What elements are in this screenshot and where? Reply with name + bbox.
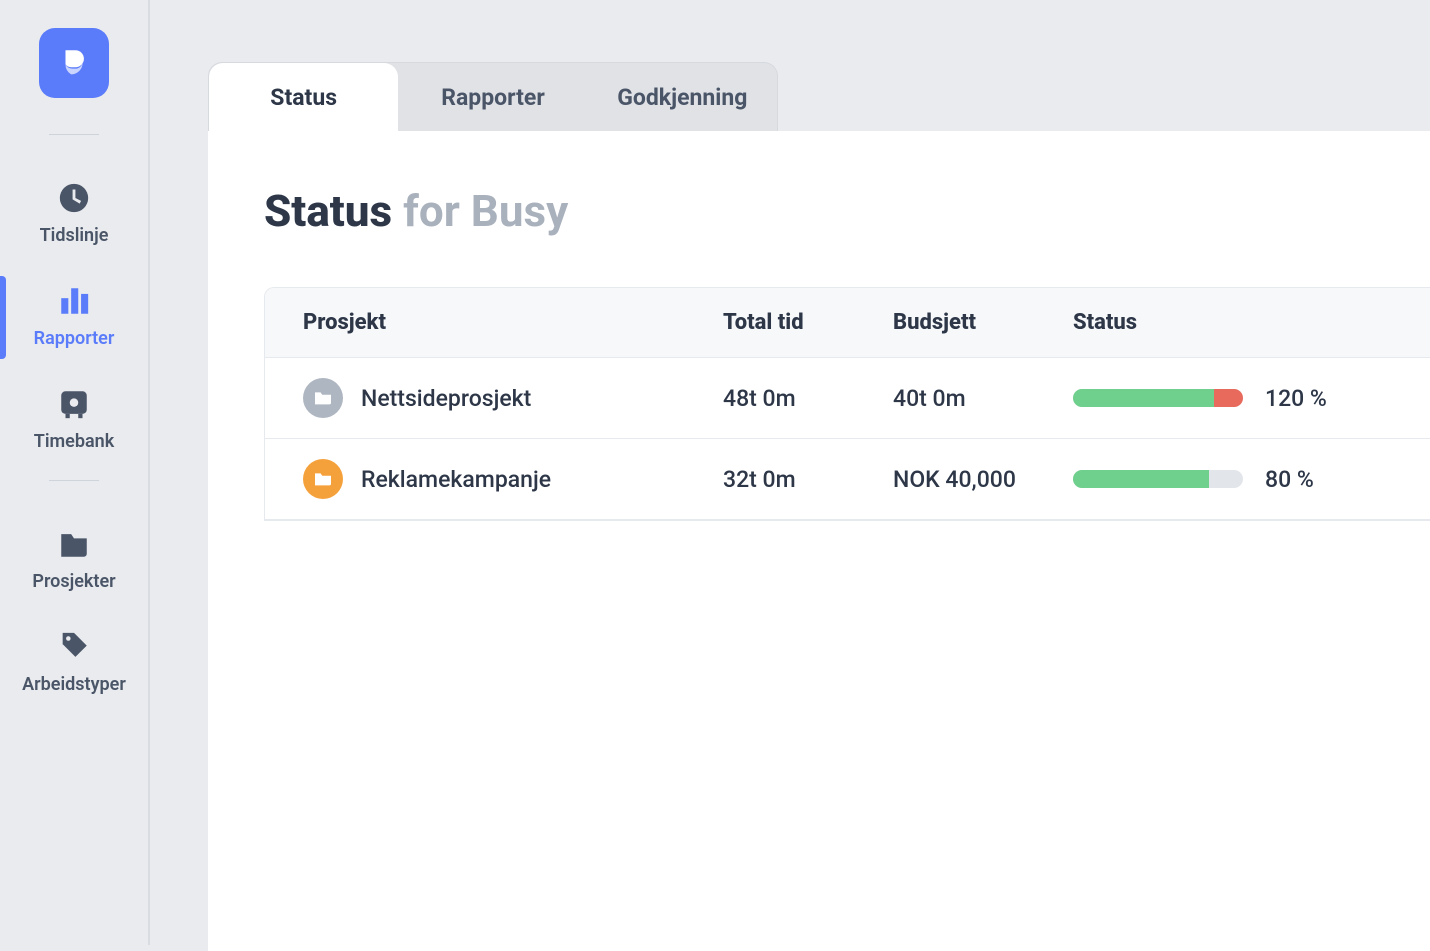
cell-budget: NOK 40,000 xyxy=(893,466,1073,493)
tab-content: Status for Busy Prosjekt Total tid Budsj… xyxy=(208,131,1430,951)
clock-icon xyxy=(57,181,91,215)
sidebar-item-prosjekter[interactable]: Prosjekter xyxy=(0,509,148,612)
folder-icon xyxy=(57,527,91,561)
main-area: Status Rapporter Godkjenning Status for … xyxy=(150,0,1430,945)
progress-bar-green xyxy=(1073,389,1214,407)
cell-status: 80 % xyxy=(1073,466,1430,493)
folder-icon xyxy=(303,378,343,418)
cell-project: Nettsideprosjekt xyxy=(303,378,723,418)
table-row[interactable]: Nettsideprosjekt 48t 0m40t 0m 120 % xyxy=(265,358,1430,439)
logo-icon xyxy=(57,46,91,80)
progress-percent: 80 % xyxy=(1265,466,1314,493)
sidebar-item-rapporter[interactable]: Rapporter xyxy=(0,266,148,369)
sidebar-item-label: Arbeidstyper xyxy=(22,674,126,695)
safe-icon xyxy=(57,387,91,421)
status-table: Prosjekt Total tid Budsjett Status Netts… xyxy=(264,287,1430,521)
tabs: Status Rapporter Godkjenning xyxy=(208,62,778,132)
table-row[interactable]: Reklamekampanje 32t 0mNOK 40,000 80 % xyxy=(265,439,1430,520)
table-header: Prosjekt Total tid Budsjett Status xyxy=(265,288,1430,358)
page-title: Status for Busy xyxy=(264,185,1430,237)
sidebar: Tidslinje Rapporter Timebank Prosjekter … xyxy=(0,0,150,945)
progress-bar-red xyxy=(1214,389,1243,407)
sidebar-item-timebank[interactable]: Timebank xyxy=(0,369,148,472)
progress-bar xyxy=(1073,389,1243,407)
th-project: Prosjekt xyxy=(303,310,723,335)
tag-icon xyxy=(57,630,91,664)
cell-project: Reklamekampanje xyxy=(303,459,723,499)
sidebar-item-label: Timebank xyxy=(34,431,114,452)
tab-label: Status xyxy=(270,84,337,111)
sidebar-item-label: Rapporter xyxy=(34,328,115,349)
cell-budget: 40t 0m xyxy=(893,385,1073,412)
sidebar-item-arbeidstyper[interactable]: Arbeidstyper xyxy=(0,612,148,715)
th-total: Total tid xyxy=(723,310,893,335)
tab-label: Godkjenning xyxy=(617,84,747,111)
th-status: Status xyxy=(1073,310,1430,335)
app-logo[interactable] xyxy=(39,28,109,98)
th-budget: Budsjett xyxy=(893,310,1073,335)
cell-total: 32t 0m xyxy=(723,466,893,493)
sidebar-item-label: Tidslinje xyxy=(40,225,109,246)
tab-label: Rapporter xyxy=(441,84,545,111)
project-name: Reklamekampanje xyxy=(361,466,551,493)
tab-godkjenning[interactable]: Godkjenning xyxy=(588,63,777,132)
page-title-main: Status xyxy=(264,185,392,237)
tab-status[interactable]: Status xyxy=(209,63,398,132)
sidebar-item-label: Prosjekter xyxy=(32,571,115,592)
cell-status: 120 % xyxy=(1073,385,1430,412)
progress-bar-green xyxy=(1073,470,1209,488)
folder-icon xyxy=(303,459,343,499)
progress-bar xyxy=(1073,470,1243,488)
cell-total: 48t 0m xyxy=(723,385,893,412)
tab-rapporter[interactable]: Rapporter xyxy=(398,63,587,132)
sidebar-item-tidslinje[interactable]: Tidslinje xyxy=(0,163,148,266)
project-name: Nettsideprosjekt xyxy=(361,385,531,412)
progress-percent: 120 % xyxy=(1265,385,1327,412)
sidebar-divider xyxy=(49,134,99,135)
sidebar-divider xyxy=(49,480,99,481)
bars-icon xyxy=(57,284,91,318)
page-title-sub: for Busy xyxy=(403,185,568,237)
